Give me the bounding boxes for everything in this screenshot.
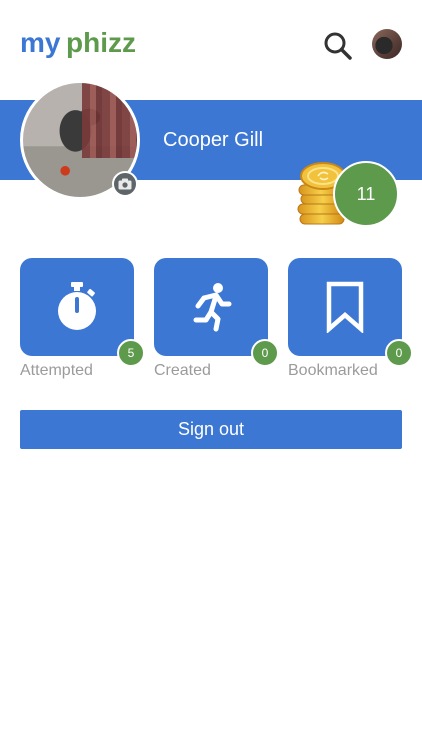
stopwatch-icon — [58, 282, 96, 330]
tile-attempted[interactable] — [20, 258, 134, 356]
tile-label-created: Created — [154, 362, 211, 379]
created-count: 0 — [251, 339, 279, 367]
sign-out-button[interactable]: Sign out — [20, 410, 402, 449]
logo-text-phizz: phizz — [66, 28, 136, 58]
bookmark-icon — [326, 281, 364, 333]
tile-label-attempted: Attempted — [20, 362, 93, 379]
bookmarked-count: 0 — [385, 339, 413, 367]
points-badge: 11 — [333, 161, 399, 227]
header-avatar[interactable] — [372, 29, 402, 59]
myphizz-logo[interactable]: my phizz — [20, 28, 145, 62]
user-name: Cooper Gill — [163, 129, 264, 151]
logo-text-my: my — [20, 28, 61, 58]
app-header: my phizz — [0, 0, 422, 90]
tile-created[interactable] — [154, 258, 268, 356]
running-person-icon — [193, 283, 232, 332]
camera-icon[interactable] — [112, 171, 138, 197]
search-icon[interactable] — [322, 30, 354, 62]
tile-label-bookmarked: Bookmarked — [288, 362, 378, 379]
tile-bookmarked[interactable] — [288, 258, 402, 356]
photo-background — [82, 83, 137, 158]
attempted-count: 5 — [117, 339, 145, 367]
